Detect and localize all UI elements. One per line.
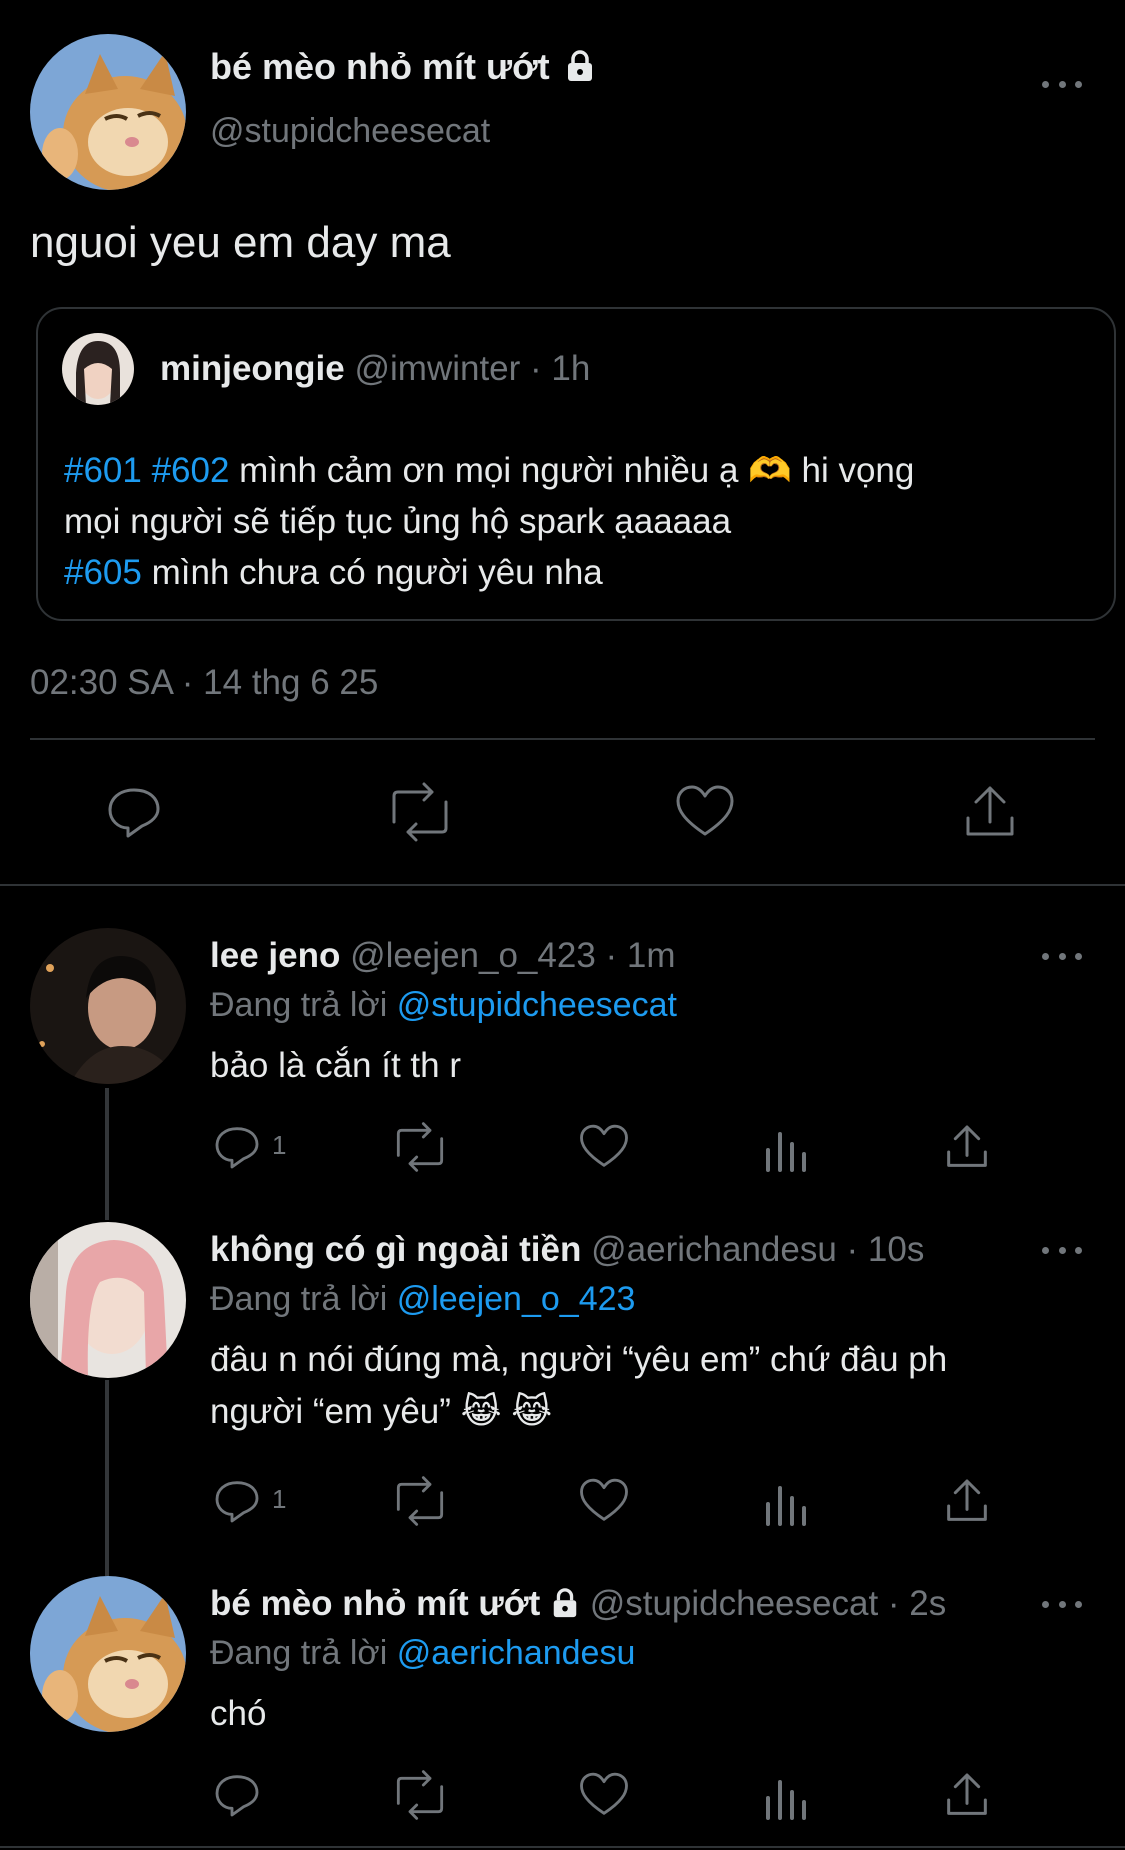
author-handle[interactable]: @stupidcheesecat — [210, 112, 490, 151]
views-icon[interactable] — [760, 1772, 810, 1822]
avatar[interactable] — [30, 928, 186, 1084]
avatar[interactable] — [30, 34, 186, 190]
more-icon[interactable] — [1042, 1592, 1082, 1616]
share-icon[interactable] — [960, 782, 1020, 842]
avatar[interactable] — [30, 1576, 186, 1732]
quoted-time: · 1h — [530, 349, 591, 388]
like-icon[interactable] — [578, 1770, 630, 1820]
reply-count: 1 — [272, 1484, 287, 1514]
reply-text: đâu n nói đúng mà, người “yêu em” chứ đâ… — [210, 1340, 948, 1431]
views-icon[interactable] — [760, 1478, 810, 1528]
views-icon[interactable] — [760, 1124, 810, 1174]
quoted-text: #601 #602 mình cảm ơn mọi người nhiều ạ … — [64, 451, 915, 592]
author-handle[interactable]: @stupidcheesecat — [590, 1584, 878, 1623]
share-icon[interactable] — [942, 1122, 992, 1172]
hashtag[interactable]: #601 #602 — [64, 451, 229, 490]
more-icon[interactable] — [1042, 1238, 1082, 1262]
like-icon[interactable] — [674, 782, 736, 842]
like-icon[interactable] — [578, 1476, 630, 1526]
replying-to: Đang trả lời @stupidcheesecat — [210, 986, 677, 1024]
reply-text: bảo là cắn ít th r — [210, 1046, 461, 1085]
lock-icon — [567, 50, 592, 81]
retweet-icon[interactable] — [384, 782, 456, 842]
thread-line — [105, 1088, 109, 1220]
divider — [0, 884, 1125, 886]
reply-icon[interactable] — [212, 1476, 262, 1526]
more-icon[interactable] — [1042, 944, 1082, 968]
author-name[interactable]: bé mèo nhỏ mít ướt — [210, 1584, 540, 1623]
replying-to: Đang trả lời @aerichandesu — [210, 1634, 636, 1672]
quoted-author-handle[interactable]: @imwinter — [354, 349, 520, 388]
profile-photo — [30, 1222, 186, 1378]
retweet-icon[interactable] — [390, 1476, 450, 1526]
hashtag[interactable]: #605 — [64, 553, 142, 592]
tweet-text: nguoi yeu em day ma — [30, 218, 451, 267]
reply-icon[interactable] — [212, 1122, 262, 1172]
reply-count: 1 — [272, 1130, 287, 1160]
cat-avatar-image — [30, 34, 186, 190]
thread-line — [105, 1380, 109, 1576]
profile-photo — [62, 333, 134, 405]
reply-text: chó — [210, 1694, 267, 1733]
author-name[interactable]: bé mèo nhỏ mít ướt — [210, 46, 596, 88]
retweet-icon[interactable] — [390, 1770, 450, 1820]
like-icon[interactable] — [578, 1122, 630, 1172]
reply-time: · 1m — [605, 936, 676, 975]
tweet-timestamp[interactable]: 02:30 SA · 14 thg 6 25 — [30, 663, 378, 703]
mention-link[interactable]: @leejen_o_423 — [397, 1280, 636, 1318]
quoted-tweet[interactable]: minjeongie @imwinter · 1h #601 #602 mình… — [36, 307, 1116, 621]
author-handle[interactable]: @aerichandesu — [591, 1230, 837, 1269]
replying-to: Đang trả lời @leejen_o_423 — [210, 1280, 636, 1318]
reply-icon[interactable] — [212, 1770, 262, 1820]
reply-time: · 2s — [887, 1584, 947, 1623]
reply-icon[interactable] — [104, 782, 164, 842]
divider — [30, 738, 1095, 740]
mention-link[interactable]: @stupidcheesecat — [397, 986, 677, 1024]
lock-icon — [553, 1588, 577, 1618]
cat-avatar-image — [30, 1576, 186, 1732]
author-name[interactable]: không có gì ngoài tiền — [210, 1230, 581, 1269]
share-icon[interactable] — [942, 1476, 992, 1526]
mention-link[interactable]: @aerichandesu — [397, 1634, 636, 1672]
reply-time: · 10s — [846, 1230, 925, 1269]
avatar — [62, 333, 134, 405]
avatar[interactable] — [30, 1222, 186, 1378]
author-handle[interactable]: @leejen_o_423 — [350, 936, 596, 975]
retweet-icon[interactable] — [390, 1122, 450, 1172]
quoted-author-name[interactable]: minjeongie — [160, 349, 345, 388]
share-icon[interactable] — [942, 1770, 992, 1820]
more-icon[interactable] — [1042, 72, 1082, 96]
profile-photo — [30, 928, 186, 1084]
author-name[interactable]: lee jeno — [210, 936, 340, 975]
divider — [0, 1846, 1125, 1848]
